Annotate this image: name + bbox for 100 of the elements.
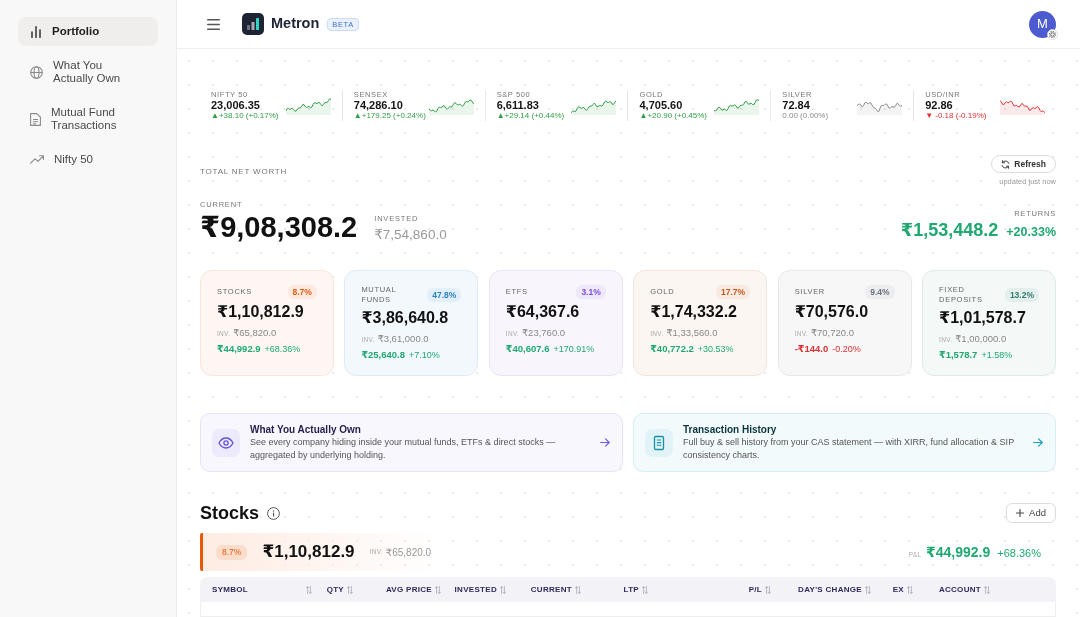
asset-value: ₹1,10,812.9 bbox=[217, 302, 305, 322]
bar-chart-icon bbox=[30, 25, 42, 38]
returns-value: ₹44,992.9 bbox=[217, 343, 261, 354]
ticker-change: ▲+38.10 (+0.17%) bbox=[211, 111, 279, 121]
asset-value: ₹1,74,332.2 bbox=[650, 302, 738, 322]
sort-icon bbox=[865, 585, 871, 594]
section-title: Stocks bbox=[200, 503, 260, 523]
ticker-value: 72.84 bbox=[782, 99, 811, 111]
ticker-change: ▲+20.90 (+0.45%) bbox=[639, 111, 707, 121]
holding-value: ₹1,10,812.9 bbox=[262, 541, 355, 564]
asset-value: ₹64,367.6 bbox=[505, 302, 581, 322]
invested-value: ₹70,720.0 bbox=[810, 327, 854, 338]
banner-title: Transaction History bbox=[683, 423, 778, 436]
share-badge: 17.7% bbox=[716, 285, 751, 299]
column-header[interactable]: DAY'S CHANGE bbox=[773, 577, 873, 602]
sort-icon bbox=[306, 585, 312, 594]
asset-value: ₹3,86,640.8 bbox=[361, 308, 450, 328]
pnl-percent: +68.36% bbox=[997, 545, 1041, 561]
ticker-value: 6,611.83 bbox=[496, 99, 540, 111]
sort-icon bbox=[765, 585, 771, 594]
invested-value: ₹65,820.0 bbox=[385, 545, 432, 560]
banner-title: What You Actually Own bbox=[250, 423, 362, 436]
avatar[interactable]: M bbox=[1029, 10, 1056, 38]
returns-value: ₹1,53,448.2 bbox=[900, 219, 999, 241]
returns-value: ₹40,772.2 bbox=[650, 343, 694, 354]
eye-icon bbox=[212, 428, 240, 457]
add-button[interactable]: Add bbox=[1006, 503, 1056, 523]
share-badge: 8.7% bbox=[287, 285, 317, 299]
share-badge: 13.2% bbox=[1004, 288, 1039, 302]
invested-value: ₹3,61,000.0 bbox=[377, 333, 429, 344]
invested-value: ₹1,33,560.0 bbox=[666, 327, 718, 338]
sparkline bbox=[285, 96, 331, 115]
returns-percent: +20.33% bbox=[1006, 224, 1056, 241]
ticker-value: 23,006.35 bbox=[211, 99, 261, 111]
returns-percent: +30.53% bbox=[697, 344, 734, 354]
column-header[interactable]: CURRENT bbox=[508, 577, 583, 602]
share-badge: 8.7% bbox=[216, 544, 248, 560]
menu-icon[interactable] bbox=[207, 18, 220, 30]
ticker-change: ▲+179.25 (+0.24%) bbox=[353, 111, 426, 121]
current-value: ₹9,08,308.2 bbox=[200, 212, 358, 243]
pnl-value: ₹44,992.9 bbox=[926, 542, 991, 562]
returns-value: ₹25,640.8 bbox=[361, 349, 405, 360]
ticker-value: 4,705.60 bbox=[639, 99, 684, 111]
column-header[interactable]: QTY bbox=[318, 577, 355, 602]
ticker-value: 92.86 bbox=[925, 99, 954, 111]
asset-value: ₹1,01,578.7 bbox=[939, 308, 1027, 328]
feature-banner[interactable]: What You Actually Own See every company hiding inside your mutual funds, ETFs & direct stocks — aggregated by underlying holding. bbox=[200, 413, 623, 472]
gear-icon[interactable] bbox=[1047, 28, 1058, 40]
returns-percent: +7.10% bbox=[409, 350, 440, 360]
invested-value: ₹7,54,860.0 bbox=[374, 226, 447, 243]
sidebar-item[interactable]: What You Actually Own bbox=[18, 51, 158, 93]
ticker-change: ▲+29.14 (+0.44%) bbox=[496, 111, 565, 121]
column-header[interactable]: ACCOUNT bbox=[915, 577, 992, 602]
document-icon bbox=[30, 112, 41, 126]
refresh-icon bbox=[1001, 159, 1011, 169]
column-header[interactable]: INVESTED bbox=[443, 577, 508, 602]
info-icon[interactable] bbox=[267, 506, 281, 520]
column-header[interactable]: AVG PRICE bbox=[355, 577, 443, 602]
app-name: Metron bbox=[271, 14, 320, 34]
sort-icon bbox=[575, 585, 581, 594]
share-badge: 47.8% bbox=[427, 288, 462, 302]
returns-percent: +170.91% bbox=[553, 344, 595, 354]
returns-percent: -0.20% bbox=[832, 344, 861, 354]
document-icon bbox=[645, 428, 673, 457]
sidebar-item[interactable]: Nifty 50 bbox=[18, 145, 158, 174]
feature-banner[interactable]: Transaction History Full buy & sell history from your CAS statement — with XIRR, fund allocation & SIP consistency charts. bbox=[633, 413, 1056, 472]
net-worth-title: TOTAL NET WORTH bbox=[200, 167, 288, 177]
share-badge: 3.1% bbox=[576, 285, 606, 299]
ticker-change: ▼ -0.18 (-0.19%) bbox=[925, 111, 987, 121]
returns-percent: +68.36% bbox=[264, 344, 301, 354]
sparkline bbox=[428, 96, 474, 115]
sort-icon bbox=[500, 585, 506, 594]
banner-description: See every company hiding inside your mutual funds, ETFs & direct stocks — aggregated by underlying holding. bbox=[250, 436, 557, 462]
returns-value: ₹1,578.7 bbox=[939, 349, 978, 360]
returns-value: -₹144.0 bbox=[794, 343, 829, 354]
sidebar-item[interactable]: Mutual Fund Transactions bbox=[18, 98, 158, 140]
column-header[interactable]: SYMBOL bbox=[200, 577, 318, 602]
banner-description: Full buy & sell history from your CAS statement — with XIRR, fund allocation & SIP consistency charts. bbox=[683, 436, 1015, 462]
invested-value: ₹1,00,000.0 bbox=[955, 333, 1007, 344]
plus-icon bbox=[1016, 509, 1025, 517]
sort-icon bbox=[907, 585, 913, 594]
returns-value: ₹40,607.6 bbox=[505, 343, 550, 354]
column-header[interactable]: EX bbox=[873, 577, 915, 602]
ticker-value: 74,286.10 bbox=[353, 99, 404, 111]
logo-icon bbox=[242, 13, 264, 35]
sparkline bbox=[714, 96, 760, 115]
globe-icon bbox=[30, 65, 43, 79]
sort-icon bbox=[642, 585, 648, 594]
sort-icon bbox=[435, 585, 441, 594]
invested-value: ₹65,820.0 bbox=[233, 327, 277, 338]
column-header[interactable]: P/L bbox=[735, 577, 773, 602]
share-badge: 9.4% bbox=[865, 285, 895, 299]
column-header[interactable]: LTP bbox=[583, 577, 650, 602]
invested-value: ₹23,760.0 bbox=[522, 327, 566, 338]
ticker-change: 0.00 (0.00%) bbox=[782, 111, 829, 121]
refresh-button[interactable]: Refresh bbox=[991, 155, 1056, 173]
returns-percent: +1.58% bbox=[981, 350, 1013, 360]
asset-value: ₹70,576.0 bbox=[794, 302, 870, 322]
sidebar-item[interactable]: Portfolio bbox=[18, 17, 158, 46]
sort-icon bbox=[347, 585, 353, 594]
